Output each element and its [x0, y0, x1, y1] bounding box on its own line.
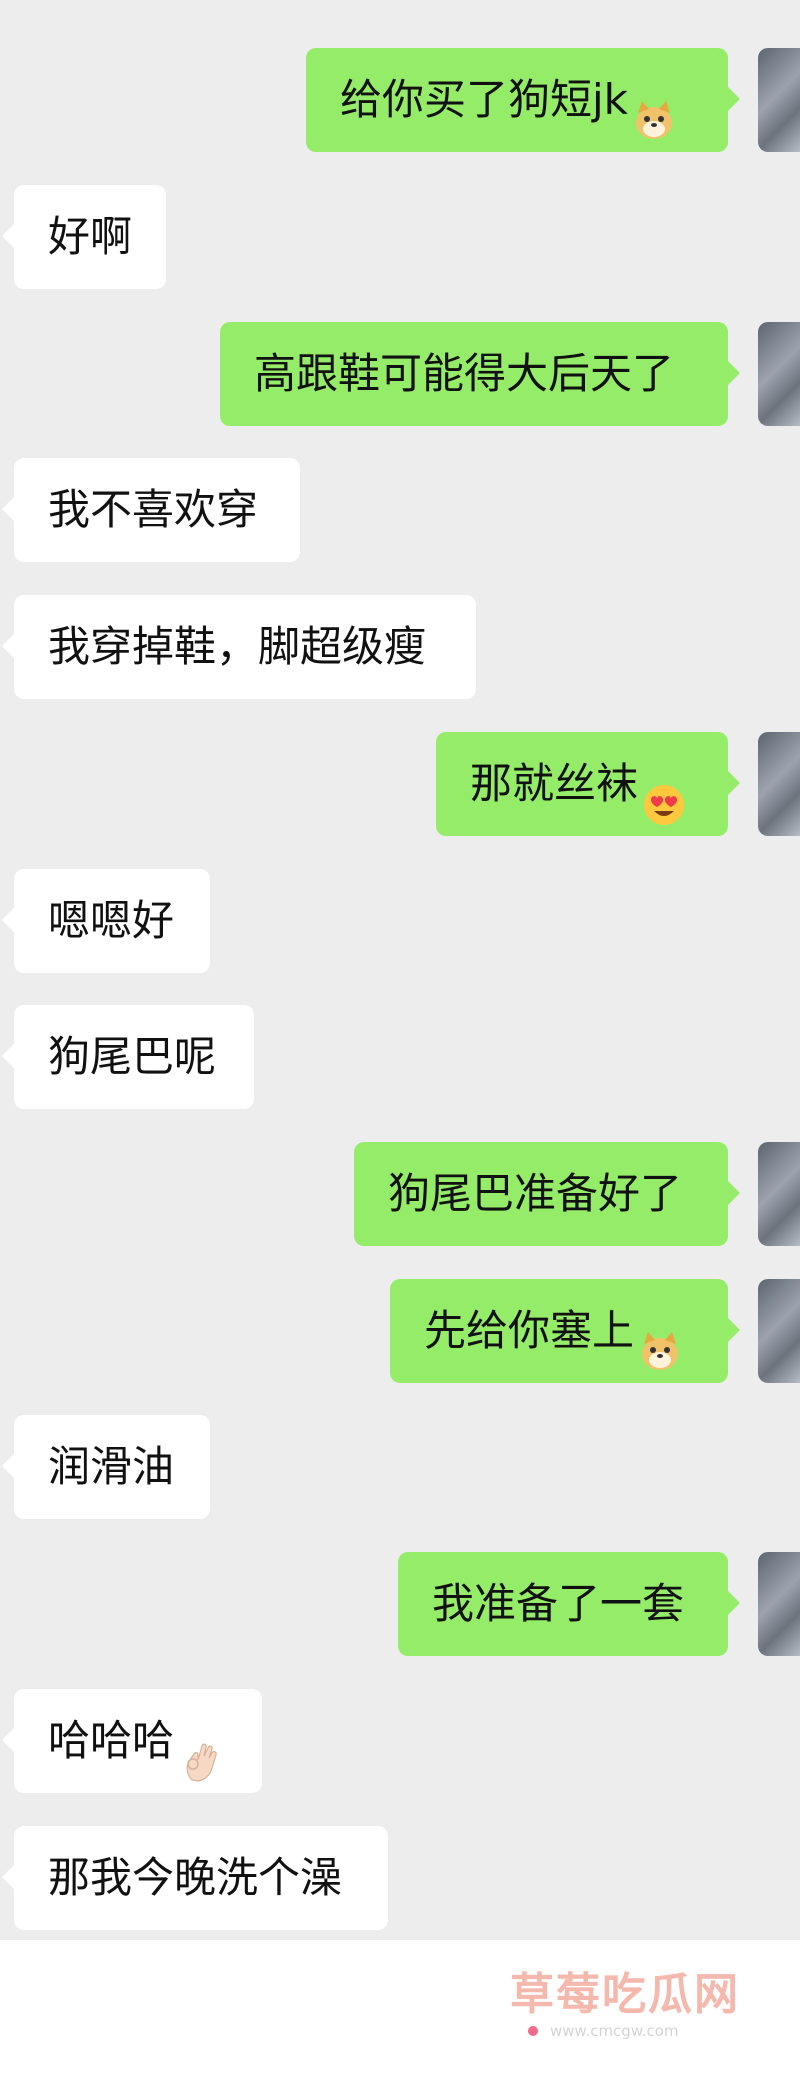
- doge-emoji: [638, 1308, 682, 1370]
- message-text: 润滑油: [48, 1442, 175, 1491]
- avatar[interactable]: [758, 1142, 800, 1246]
- doge-emoji: [632, 77, 676, 139]
- message-bubble-incoming[interactable]: 我不喜欢穿: [2, 458, 300, 562]
- message-text: 我穿掉鞋，脚超级瘦: [48, 622, 427, 671]
- message-text: 狗尾巴准备好了: [388, 1169, 683, 1218]
- avatar[interactable]: [758, 732, 800, 836]
- message-bubble-incoming[interactable]: 嗯嗯好: [2, 869, 210, 973]
- message-text: 哈哈哈: [48, 1716, 175, 1765]
- ok-hand-emoji: [178, 1718, 222, 1782]
- message-text: 那就丝袜: [470, 759, 639, 808]
- watermark: 草莓吃瓜网 www.cmcgw.com: [510, 1940, 770, 2040]
- message-text: 高跟鞋可能得大后天了: [254, 349, 675, 398]
- message-text: 那我今晚洗个澡: [48, 1853, 343, 1902]
- message-bubble-outgoing[interactable]: 我准备了一套: [398, 1552, 740, 1656]
- message-bubble-incoming[interactable]: 哈哈哈: [2, 1689, 262, 1793]
- message-bubble-incoming[interactable]: 那我今晚洗个澡: [2, 1826, 388, 1930]
- avatar[interactable]: [758, 322, 800, 426]
- message-bubble-outgoing[interactable]: 给你买了狗短jk: [306, 48, 740, 152]
- heart-eyes-emoji: [642, 761, 686, 825]
- watermark-title: 草莓吃瓜网: [510, 1969, 740, 2020]
- message-text: 我准备了一套: [432, 1579, 685, 1628]
- message-text: 好啊: [48, 212, 133, 261]
- message-bubble-outgoing[interactable]: 高跟鞋可能得大后天了: [220, 322, 740, 426]
- message-bubble-incoming[interactable]: 狗尾巴呢: [2, 1005, 254, 1109]
- avatar[interactable]: [758, 48, 800, 152]
- message-bubble-incoming[interactable]: 好啊: [2, 185, 166, 289]
- watermark-dot-icon: [528, 2026, 538, 2036]
- avatar[interactable]: [758, 1279, 800, 1383]
- watermark-url: www.cmcgw.com: [550, 2022, 679, 2040]
- message-bubble-incoming[interactable]: 我穿掉鞋，脚超级瘦: [2, 595, 476, 699]
- message-text: 狗尾巴呢: [48, 1032, 217, 1081]
- message-text: 嗯嗯好: [48, 896, 175, 945]
- message-text: 我不喜欢穿: [48, 485, 259, 534]
- avatar[interactable]: [758, 1552, 800, 1656]
- message-bubble-outgoing[interactable]: 那就丝袜: [436, 732, 740, 836]
- message-bubble-outgoing[interactable]: 狗尾巴准备好了: [354, 1142, 740, 1246]
- message-text: 给你买了狗短jk: [340, 75, 628, 124]
- chat-area[interactable]: 给你买了狗短jk 好啊 高跟鞋可能得大后天了 我不喜欢穿 我穿掉鞋，脚超级瘦 那…: [0, 0, 800, 1940]
- message-bubble-outgoing[interactable]: 先给你塞上: [390, 1279, 740, 1383]
- message-bubble-incoming[interactable]: 润滑油: [2, 1415, 210, 1519]
- message-text: 先给你塞上: [424, 1306, 635, 1355]
